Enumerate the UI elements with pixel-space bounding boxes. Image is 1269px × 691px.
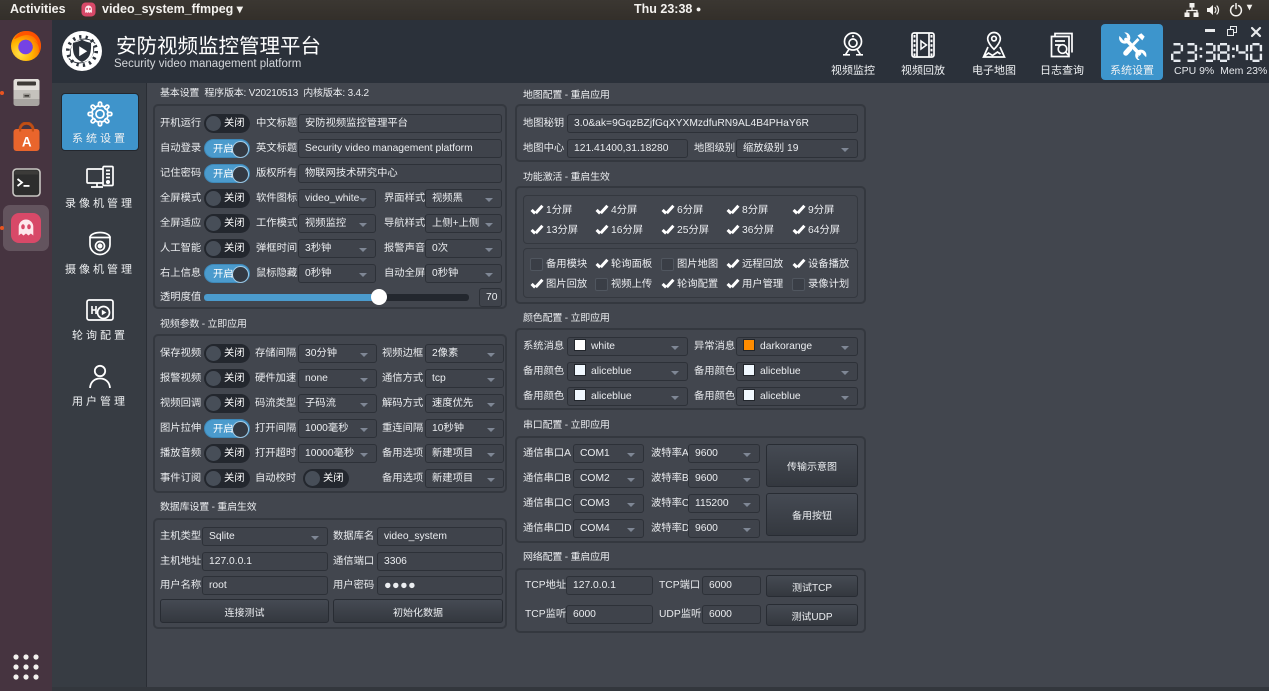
svg-text:A: A xyxy=(22,135,32,150)
